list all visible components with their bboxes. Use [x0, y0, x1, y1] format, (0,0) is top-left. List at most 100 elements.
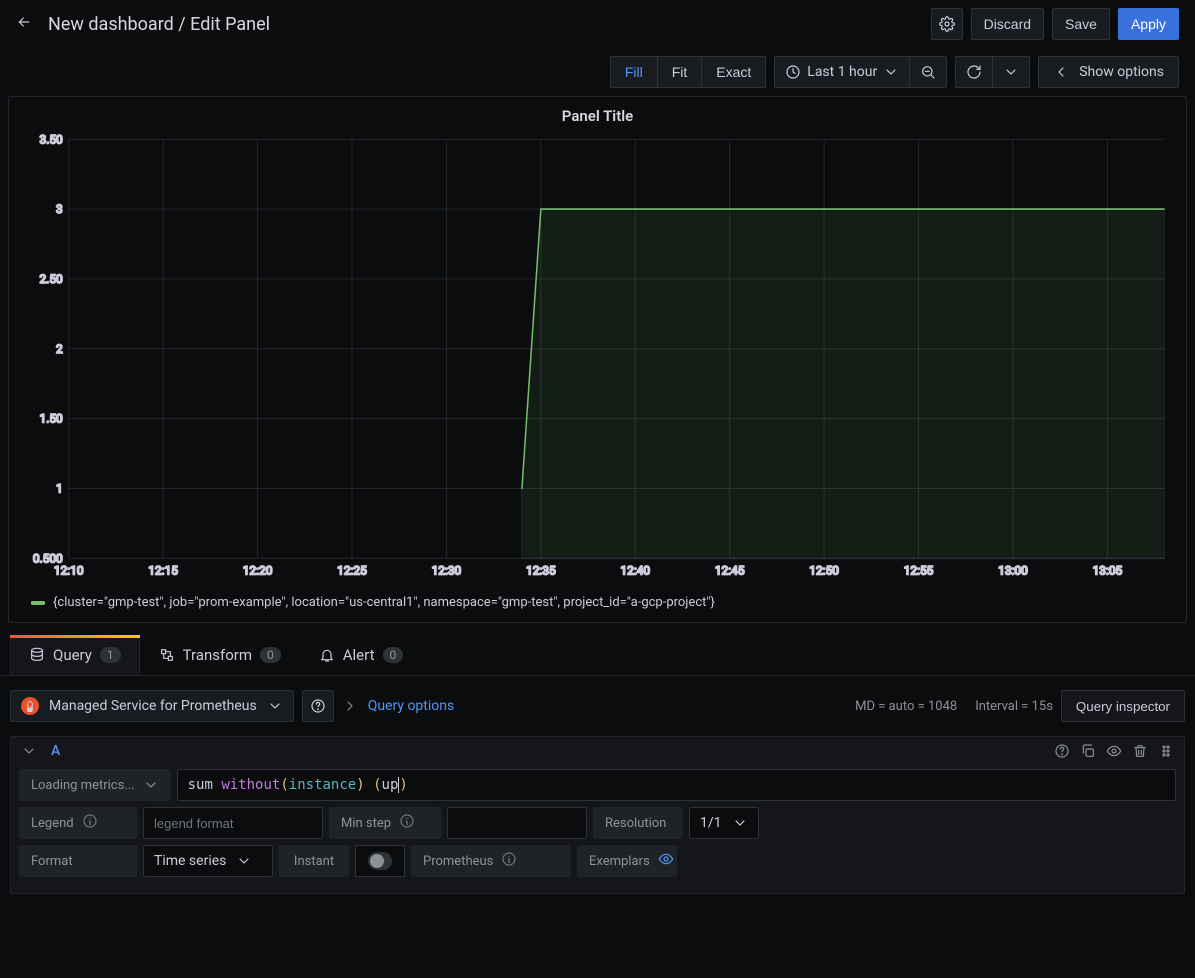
- drag-handle[interactable]: [1158, 743, 1174, 759]
- svg-text:3: 3: [56, 202, 63, 216]
- chevron-down-icon: [1003, 64, 1019, 80]
- tab-transform-count: 0: [260, 647, 281, 663]
- md-info: MD = auto = 1048: [855, 699, 957, 714]
- bottom-tabs: Query 1 Transform 0 Alert 0: [0, 635, 1195, 676]
- back-button[interactable]: [16, 14, 32, 34]
- breadcrumb: New dashboard / Edit Panel: [48, 14, 270, 35]
- chevron-down-icon: [883, 64, 899, 80]
- show-options-button[interactable]: Show options: [1038, 56, 1179, 88]
- tab-transform-label: Transform: [183, 646, 252, 664]
- resolution-select[interactable]: 1/1: [689, 807, 759, 839]
- datasource-help-button[interactable]: [302, 690, 334, 722]
- svg-text:3.50: 3.50: [40, 132, 63, 146]
- tab-query[interactable]: Query 1: [10, 635, 140, 675]
- interval-info: Interval = 15s: [975, 699, 1053, 714]
- info-icon[interactable]: [501, 851, 517, 871]
- svg-text:2: 2: [56, 342, 63, 356]
- transform-icon: [159, 647, 175, 663]
- tab-query-label: Query: [53, 646, 92, 664]
- save-button[interactable]: Save: [1052, 8, 1110, 40]
- drag-icon: [1158, 743, 1174, 759]
- metrics-browser-button[interactable]: Loading metrics...: [19, 769, 171, 801]
- instant-toggle[interactable]: [368, 852, 392, 870]
- query-options-toggle[interactable]: Query options: [342, 698, 455, 714]
- format-select[interactable]: Time series: [143, 845, 273, 877]
- discard-button[interactable]: Discard: [971, 8, 1044, 40]
- toggle-visibility-button[interactable]: [1106, 743, 1122, 759]
- svg-text:12:50: 12:50: [809, 564, 839, 578]
- bell-icon: [319, 647, 335, 663]
- legend-label: {cluster="gmp-test", job="prom-example",…: [53, 595, 715, 610]
- duplicate-query-button[interactable]: [1080, 743, 1096, 759]
- info-icon[interactable]: [399, 813, 415, 833]
- resolution-label: Resolution: [593, 807, 683, 839]
- query-help-button[interactable]: [1054, 743, 1070, 759]
- chevron-down-icon: [143, 777, 159, 793]
- exact-toggle[interactable]: Exact: [701, 57, 765, 87]
- info-icon[interactable]: [82, 813, 98, 833]
- query-row-a: A Loading metrics... sum without(instanc…: [10, 736, 1185, 894]
- chevron-down-icon: [732, 815, 748, 831]
- minstep-input[interactable]: [447, 807, 587, 839]
- fit-toggle[interactable]: Fit: [657, 57, 702, 87]
- svg-text:12:55: 12:55: [904, 564, 934, 578]
- trash-icon: [1132, 743, 1148, 759]
- topbar: New dashboard / Edit Panel Discard Save …: [0, 0, 1195, 48]
- toolbar: Fill Fit Exact Last 1 hour Show options: [0, 48, 1195, 96]
- help-icon: [310, 698, 326, 714]
- delete-query-button[interactable]: [1132, 743, 1148, 759]
- tab-transform[interactable]: Transform 0: [140, 635, 300, 675]
- time-range-picker[interactable]: Last 1 hour: [774, 56, 947, 88]
- tab-alert-label: Alert: [343, 646, 375, 664]
- panel: Panel Title 0.50011.5022.5033.50 12:1012…: [8, 96, 1187, 623]
- query-options-label: Query options: [368, 698, 455, 714]
- legend-input[interactable]: [143, 807, 323, 839]
- chevron-down-icon: [236, 853, 252, 869]
- refresh-icon: [966, 64, 982, 80]
- svg-text:13:05: 13:05: [1093, 564, 1123, 578]
- legend-swatch: [31, 601, 45, 605]
- datasource-picker[interactable]: Managed Service for Prometheus: [10, 690, 294, 722]
- datasource-name: Managed Service for Prometheus: [49, 698, 257, 714]
- svg-text:1: 1: [56, 481, 63, 495]
- eye-icon: [658, 851, 674, 867]
- svg-text:12:35: 12:35: [526, 564, 556, 578]
- exemplars-toggle[interactable]: [658, 851, 674, 871]
- help-icon: [1054, 743, 1070, 759]
- svg-text:12:25: 12:25: [337, 564, 367, 578]
- table-view-toggle: Fill Fit Exact: [610, 56, 766, 88]
- exemplars-label: Exemplars: [577, 845, 677, 877]
- refresh-interval[interactable]: [992, 57, 1029, 87]
- chevron-down-icon: [267, 698, 283, 714]
- query-ref-id[interactable]: A: [51, 743, 60, 759]
- instant-toggle-wrap: [355, 845, 405, 877]
- chevron-right-icon: [342, 698, 358, 714]
- minstep-label: Min step: [329, 807, 441, 839]
- tab-query-count: 1: [100, 647, 121, 663]
- svg-text:12:30: 12:30: [432, 564, 462, 578]
- chart[interactable]: 0.50011.5022.5033.50 12:1012:1512:2012:2…: [21, 129, 1174, 589]
- fill-toggle[interactable]: Fill: [611, 57, 657, 87]
- query-expression-input[interactable]: sum without(instance) (up): [177, 769, 1176, 801]
- settings-button[interactable]: [931, 8, 963, 40]
- chevron-left-icon: [1053, 64, 1069, 80]
- time-range-label: Last 1 hour: [807, 64, 877, 80]
- zoom-out-button[interactable]: [909, 57, 946, 87]
- svg-text:12:45: 12:45: [715, 564, 745, 578]
- apply-button[interactable]: Apply: [1118, 8, 1179, 40]
- collapse-toggle-icon[interactable]: [21, 743, 37, 759]
- svg-text:12:10: 12:10: [54, 564, 84, 578]
- refresh-picker[interactable]: [955, 56, 1030, 88]
- query-inspector-button[interactable]: Query inspector: [1061, 690, 1185, 722]
- instant-label: Instant: [279, 845, 349, 877]
- tab-alert[interactable]: Alert 0: [300, 635, 423, 675]
- tab-alert-count: 0: [383, 647, 404, 663]
- datasource-row: Managed Service for Prometheus Query opt…: [0, 676, 1195, 736]
- svg-text:13:00: 13:00: [998, 564, 1028, 578]
- resolution-value: 1/1: [700, 815, 722, 831]
- legend[interactable]: {cluster="gmp-test", job="prom-example",…: [21, 589, 1174, 618]
- format-label: Format: [19, 845, 137, 877]
- refresh-button[interactable]: [956, 57, 992, 87]
- svg-text:1.50: 1.50: [40, 412, 63, 426]
- eye-icon: [1106, 743, 1122, 759]
